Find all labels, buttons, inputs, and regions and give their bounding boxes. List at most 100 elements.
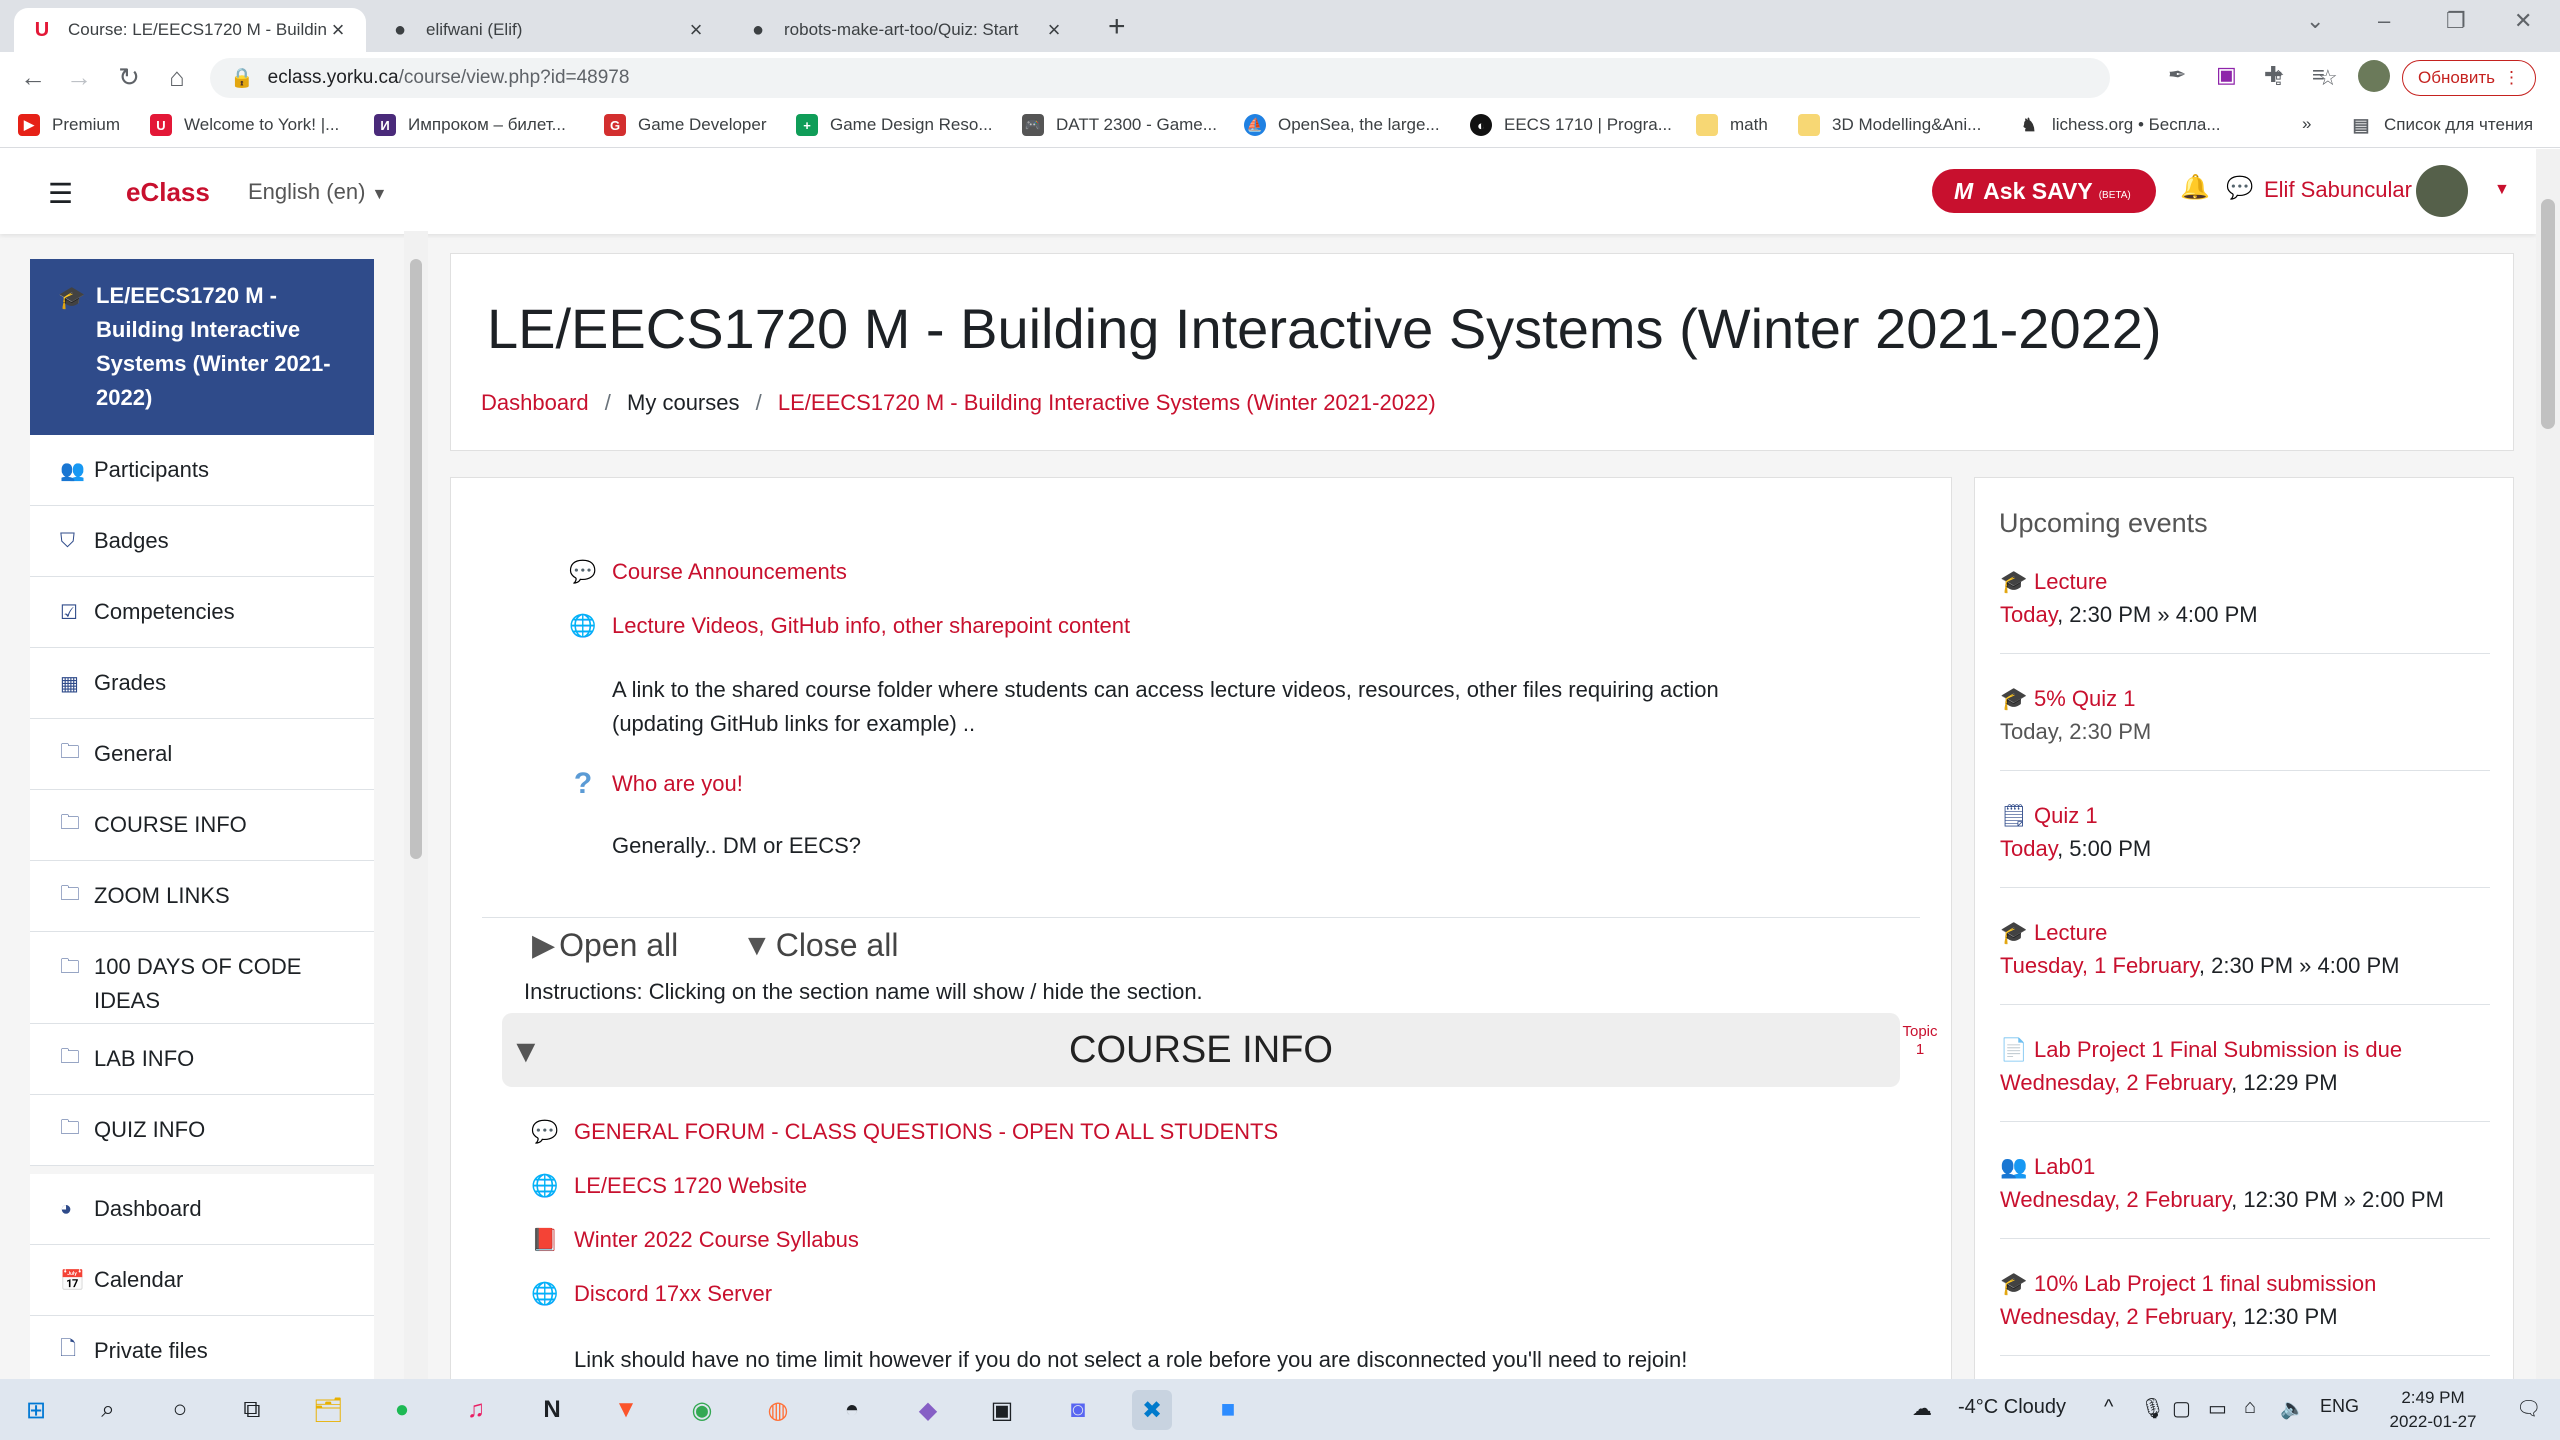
extensions-puzzle-icon[interactable]: ✚	[2264, 62, 2282, 88]
profile-avatar[interactable]	[2358, 60, 2390, 92]
sidebar-item-grades[interactable]: ▦ Grades	[30, 648, 374, 719]
activity-discord[interactable]: 🌐 Discord 17xx Server	[528, 1277, 772, 1311]
home-icon[interactable]: ⌂	[160, 62, 194, 93]
bookmark-folder-math[interactable]: math	[1696, 114, 1768, 136]
sidebar-course-title[interactable]: 🎓 LE/EECS1720 M - Building Interactive S…	[30, 259, 374, 435]
volume-icon[interactable]: 🔈	[2280, 1396, 2305, 1421]
activity-who-are-you[interactable]: ? Who are you!	[566, 767, 743, 801]
reload-icon[interactable]: ↻	[112, 62, 146, 93]
sidebar-item-competencies[interactable]: ☑ Competencies	[30, 577, 374, 648]
page-scrollbar-thumb[interactable]	[2541, 199, 2555, 429]
sidebar-item-zoom-links[interactable]: 🗀 ZOOM LINKS	[30, 861, 374, 932]
brave-icon[interactable]: ▼	[606, 1390, 646, 1430]
bookmark-game-design[interactable]: + Game Design Reso...	[796, 114, 993, 136]
close-all-button[interactable]: ▼ Close all	[742, 927, 898, 964]
reading-queue-icon[interactable]: ≡	[2312, 62, 2325, 88]
weather-text[interactable]: -4°C Cloudy	[1958, 1396, 2066, 1419]
bookmark-opensea[interactable]: ⛵ OpenSea, the large...	[1244, 114, 1440, 136]
section-header-course-info[interactable]: ▼ COURSE INFO	[502, 1013, 1900, 1087]
hamburger-menu-icon[interactable]: ☰	[48, 177, 73, 210]
minimize-button[interactable]: –	[2378, 8, 2390, 34]
messages-icon[interactable]: 💬	[2226, 175, 2253, 201]
battery-icon[interactable]: ▭	[2208, 1396, 2227, 1421]
activity-general-forum[interactable]: 💬 GENERAL FORUM - CLASS QUESTIONS - OPEN …	[528, 1115, 1278, 1149]
back-icon[interactable]: ←	[16, 62, 50, 93]
sidebar-item-dashboard[interactable]: ◕ Dashboard	[30, 1174, 374, 1245]
sidebar-item-participants[interactable]: 👥 Participants	[30, 435, 374, 506]
bookmark-york[interactable]: U Welcome to York! |...	[150, 114, 339, 136]
activity-course-announcements[interactable]: 💬 Course Announcements	[566, 555, 847, 589]
brand-logo[interactable]: eClass	[126, 177, 210, 208]
clock[interactable]: 2:49 PM 2022-01-27	[2368, 1386, 2498, 1434]
activity-lecture-videos[interactable]: 🌐 Lecture Videos, GitHub info, other shar…	[566, 609, 1130, 643]
input-language[interactable]: ENG	[2320, 1396, 2359, 1417]
sidebar-item-private-files[interactable]: 🗋 Private files	[30, 1316, 374, 1379]
tray-overflow-icon[interactable]: ^	[2104, 1396, 2113, 1419]
sidebar-item-general[interactable]: 🗀 General	[30, 719, 374, 790]
notifications-bell-icon[interactable]: 🔔	[2180, 173, 2210, 202]
bookmark-datt[interactable]: 🎮 DATT 2300 - Game...	[1022, 114, 1217, 136]
discord-icon[interactable]: ◙	[1058, 1390, 1098, 1430]
breadcrumb-course[interactable]: LE/EECS1720 M - Building Interactive Sys…	[778, 390, 1436, 415]
reading-list[interactable]: ▤ Список для чтения	[2350, 114, 2533, 136]
activity-website[interactable]: 🌐 LE/EECS 1720 Website	[528, 1169, 807, 1203]
sidebar-item-calendar[interactable]: 📅 Calendar	[30, 1245, 374, 1316]
task-view-icon[interactable]: ⧉	[232, 1390, 272, 1430]
open-all-button[interactable]: ▶ Open all	[532, 927, 678, 964]
bookmark-folder-3d[interactable]: 3D Modelling&Ani...	[1798, 114, 1981, 136]
bookmark-game-developer[interactable]: G Game Developer	[604, 114, 767, 136]
bookmarks-overflow[interactable]: »	[2302, 114, 2311, 134]
windows-start-icon[interactable]: ⊞	[16, 1390, 56, 1430]
github-desktop-icon[interactable]: ◓	[832, 1390, 872, 1430]
address-bar[interactable]: 🔒 eclass.yorku.ca/course/view.php?id=489…	[210, 58, 2338, 98]
bookmark-eecs1710[interactable]: ◐ EECS 1710 | Progra...	[1470, 114, 1672, 136]
spotify-icon[interactable]: ●	[382, 1390, 422, 1430]
tab-search-icon[interactable]: ⌄	[2306, 8, 2324, 34]
user-name[interactable]: Elif Sabuncular	[2264, 177, 2412, 203]
vscode-icon[interactable]: ✖	[1132, 1390, 1172, 1430]
microphone-icon[interactable]: 🎙	[2140, 1396, 2165, 1421]
firefox-icon[interactable]: ◍	[758, 1390, 798, 1430]
close-tab-icon[interactable]: ×	[1042, 17, 1066, 43]
sidebar-item-course-info[interactable]: 🗀 COURSE INFO	[30, 790, 374, 861]
ask-savy-button[interactable]: M Ask SAVY (BETA)	[1932, 169, 2156, 213]
page-scrollbar[interactable]	[2536, 149, 2560, 1379]
search-icon[interactable]: ⌕	[88, 1390, 128, 1430]
forward-icon[interactable]: →	[62, 62, 96, 93]
activity-syllabus[interactable]: 📕 Winter 2022 Course Syllabus	[528, 1223, 859, 1257]
close-tab-icon[interactable]: ×	[684, 17, 708, 43]
user-menu-caret-icon[interactable]: ▼	[2494, 181, 2510, 199]
sidebar-item-lab-info[interactable]: 🗀 LAB INFO	[30, 1024, 374, 1095]
close-window-button[interactable]: ✕	[2514, 8, 2532, 34]
sidebar-item-quiz-info[interactable]: 🗀 QUIZ INFO	[30, 1095, 374, 1166]
bookmark-improkom[interactable]: И Импроком – билет...	[374, 114, 566, 136]
itunes-icon[interactable]: ♫	[456, 1390, 496, 1430]
app-icon[interactable]: ▣	[982, 1390, 1022, 1430]
network-icon[interactable]: ⌂	[2244, 1396, 2256, 1419]
file-explorer-icon[interactable]: 🗂	[308, 1390, 348, 1430]
tab-github-quiz[interactable]: ● robots-make-art-too/Quiz: Start ×	[730, 8, 1082, 52]
bookmark-lichess[interactable]: ♞ lichess.org • Беспла...	[2018, 114, 2221, 136]
language-selector[interactable]: English (en) ▼	[248, 179, 387, 205]
user-avatar[interactable]	[2416, 165, 2468, 217]
tray-app-icon[interactable]: ▢	[2172, 1396, 2191, 1421]
sidebar-scrollbar[interactable]	[404, 231, 428, 1379]
notion-icon[interactable]: N	[532, 1390, 572, 1430]
sidebar-scrollbar-thumb[interactable]	[410, 259, 422, 859]
breadcrumb-dashboard[interactable]: Dashboard	[481, 390, 589, 415]
zoom-icon[interactable]: ■	[1208, 1390, 1248, 1430]
extension-feather-icon[interactable]: ✒	[2168, 62, 2186, 88]
notifications-center-icon[interactable]: 🗨	[2516, 1396, 2541, 1421]
extension-s-icon[interactable]: ▣	[2216, 62, 2237, 88]
sidebar-item-badges[interactable]: ⛉ Badges	[30, 506, 374, 577]
tab-github-profile[interactable]: ● elifwani (Elif) ×	[372, 8, 724, 52]
chrome-icon[interactable]: ◉	[682, 1390, 722, 1430]
visual-studio-icon[interactable]: ◆	[908, 1390, 948, 1430]
close-tab-icon[interactable]: ×	[326, 17, 350, 43]
cortana-icon[interactable]: ○	[160, 1390, 200, 1430]
bookmark-premium[interactable]: ▶ Premium	[18, 114, 120, 136]
new-tab-button[interactable]: +	[1108, 10, 1126, 44]
update-chrome-button[interactable]: Обновить ⋮	[2402, 60, 2536, 96]
sidebar-item-100-days[interactable]: 🗀 100 DAYS OF CODE IDEAS	[30, 932, 374, 1024]
tab-course[interactable]: U Course: LE/EECS1720 M - Building Inter…	[14, 8, 366, 52]
